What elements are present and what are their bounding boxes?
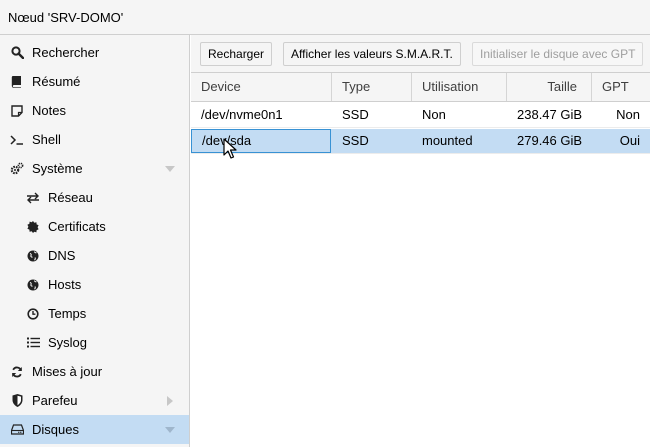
sidebar: Rechercher Résumé Notes Shell Système Ré… [0,35,190,447]
toolbar: Recharger Afficher les valeurs S.M.A.R.T… [191,35,650,73]
sidebar-item-label: Résumé [32,74,81,89]
cell-device: /dev/nvme0n1 [201,107,283,122]
table-header: Device Type Utilisation Taille GPT [191,73,650,102]
globe-icon [26,278,40,292]
disks-panel: Recharger Afficher les valeurs S.M.A.R.T… [191,35,650,447]
sidebar-item-label: DNS [48,248,76,263]
sidebar-item-summary[interactable]: Résumé [0,67,189,96]
sidebar-item-firewall[interactable]: Parefeu [0,386,189,415]
sidebar-item-label: Mises à jour [32,364,103,379]
window-title: Nœud 'SRV-DOMO' [8,10,124,25]
sidebar-item-hosts[interactable]: Hosts [0,270,189,299]
sidebar-item-label: Hosts [48,277,82,292]
cell-type: SSD [342,107,369,122]
chevron-down-icon[interactable] [165,164,175,174]
terminal-icon [10,133,24,147]
column-header-usage[interactable]: Utilisation [412,73,507,101]
shield-icon [10,394,24,408]
sidebar-item-search[interactable]: Rechercher [0,38,189,67]
sidebar-item-label: Réseau [48,190,93,205]
clock-icon [26,307,40,321]
sidebar-item-shell[interactable]: Shell [0,125,189,154]
sidebar-item-label: Système [32,161,83,176]
sidebar-item-time[interactable]: Temps [0,299,189,328]
search-icon [10,46,24,60]
refresh-icon [10,365,24,379]
show-smart-button[interactable]: Afficher les valeurs S.M.A.R.T. [283,42,461,66]
cell-usage: Non [422,107,446,122]
cell-type: SSD [342,133,369,148]
column-header-device[interactable]: Device [191,73,332,101]
sidebar-item-label: Parefeu [32,393,78,408]
sidebar-item-label: Rechercher [32,45,100,60]
sidebar-item-updates[interactable]: Mises à jour [0,357,189,386]
sidebar-item-dns[interactable]: DNS [0,241,189,270]
sidebar-item-label: Disques [32,422,79,437]
column-header-size[interactable]: Taille [507,73,592,101]
reload-button[interactable]: Recharger [200,42,273,66]
certificate-icon [26,220,40,234]
chevron-down-icon[interactable] [165,425,175,435]
window-title-bar: Nœud 'SRV-DOMO' [0,0,650,35]
sidebar-item-label: Shell [32,132,61,147]
column-header-type[interactable]: Type [332,73,412,101]
sidebar-item-label: Temps [48,306,87,321]
book-icon [10,75,24,89]
table-row[interactable]: /dev/nvme0n1 SSD Non 238.47 GiB Non [191,103,650,128]
chevron-right-icon[interactable] [165,396,175,406]
gears-icon [10,162,24,176]
sidebar-item-label: Certificats [48,219,106,234]
list-icon [26,336,40,350]
init-gpt-button[interactable]: Initialiser le disque avec GPT [472,42,644,66]
cell-usage: mounted [422,133,473,148]
sidebar-item-system[interactable]: Système [0,154,189,183]
sidebar-item-label: Notes [32,103,66,118]
sidebar-item-syslog[interactable]: Syslog [0,328,189,357]
sidebar-item-network[interactable]: Réseau [0,183,189,212]
cell-size: 279.46 GiB [517,133,583,148]
cell-gpt: Non [616,107,640,122]
note-icon [10,104,24,118]
cell-device: /dev/sda [191,129,331,153]
sidebar-item-label: Syslog [48,335,88,350]
sidebar-item-notes[interactable]: Notes [0,96,189,125]
sidebar-item-disks[interactable]: Disques [0,415,189,444]
sidebar-item-certificates[interactable]: Certificats [0,212,189,241]
hdd-icon [10,423,24,437]
table-row[interactable]: /dev/sda SSD mounted 279.46 GiB Oui [191,129,650,154]
exchange-icon [26,191,40,205]
column-header-gpt[interactable]: GPT [592,73,650,101]
cell-size: 238.47 GiB [517,107,583,122]
cell-gpt: Oui [619,133,640,148]
globe-icon [26,249,40,263]
